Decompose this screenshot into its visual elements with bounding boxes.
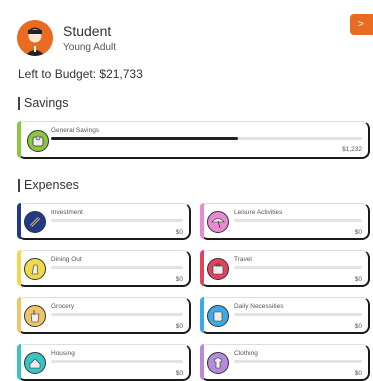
savings-heading: Savings: [18, 97, 68, 110]
profile-subtitle: Young Adult: [63, 42, 117, 53]
category-amount: $0: [354, 229, 362, 236]
category-color-bar: [17, 250, 21, 286]
category-color-bar: [200, 344, 204, 380]
category-amount: $1,232: [342, 146, 362, 153]
shirt-icon: [207, 352, 229, 374]
category-color-bar: [200, 297, 204, 333]
progress-fill: [51, 137, 238, 140]
category-amount: $0: [175, 276, 183, 283]
budget-remaining: Left to Budget: $21,733: [18, 67, 143, 81]
expense-card-travel[interactable]: Travel $0: [200, 250, 370, 287]
category-label: Investment: [51, 209, 83, 216]
expense-card-investment[interactable]: Investment $0: [17, 203, 191, 240]
category-color-bar: [200, 250, 204, 286]
progress-track: [234, 360, 362, 363]
dining-icon: [24, 258, 46, 280]
progress-track: [234, 313, 362, 316]
grocery-bag-icon: [24, 305, 46, 327]
expense-card-dining-out[interactable]: Dining Out $0: [17, 250, 191, 287]
progress-track: [234, 219, 362, 222]
category-label: Leisure Activities: [234, 209, 283, 216]
progress-track: [51, 266, 183, 269]
category-label: Grocery: [51, 303, 75, 310]
category-label: Dining Out: [51, 256, 82, 263]
category-amount: $0: [354, 276, 362, 283]
category-color-bar: [200, 203, 204, 239]
category-amount: $0: [354, 370, 362, 377]
toilet-paper-icon: [27, 130, 49, 152]
savings-card-general[interactable]: General Savings $1,232: [17, 121, 370, 159]
category-color-bar: [17, 121, 21, 158]
next-button[interactable]: >: [350, 14, 373, 35]
progress-track: [51, 360, 183, 363]
category-label: Housing: [51, 350, 75, 357]
daily-necessities-icon: [207, 305, 229, 327]
expenses-heading: Expenses: [18, 179, 79, 192]
category-label: Clothing: [234, 350, 258, 357]
category-amount: $0: [354, 323, 362, 330]
category-amount: $0: [175, 323, 183, 330]
category-amount: $0: [175, 229, 183, 236]
category-amount: $0: [175, 370, 183, 377]
expense-card-housing[interactable]: Housing $0: [17, 344, 191, 381]
investment-icon: [24, 211, 46, 233]
suitcase-icon: [207, 258, 229, 280]
progress-track: [51, 219, 183, 222]
profile-name: Student: [63, 23, 112, 39]
student-avatar-icon: [17, 20, 53, 56]
category-label: Travel: [234, 256, 252, 263]
expense-card-daily-necessities[interactable]: Daily Necessities $0: [200, 297, 370, 334]
progress-track: [234, 266, 362, 269]
category-color-bar: [17, 203, 21, 239]
expense-card-clothing[interactable]: Clothing $0: [200, 344, 370, 381]
avatar: [17, 20, 53, 56]
expense-card-grocery[interactable]: Grocery $0: [17, 297, 191, 334]
category-label: General Savings: [51, 127, 100, 134]
category-color-bar: [17, 344, 21, 380]
category-color-bar: [17, 297, 21, 333]
progress-track: [51, 137, 362, 140]
category-label: Daily Necessities: [234, 303, 284, 310]
progress-track: [51, 313, 183, 316]
beach-umbrella-icon: [207, 211, 229, 233]
house-icon: [24, 352, 46, 374]
expense-card-leisure-activities[interactable]: Leisure Activities $0: [200, 203, 370, 240]
